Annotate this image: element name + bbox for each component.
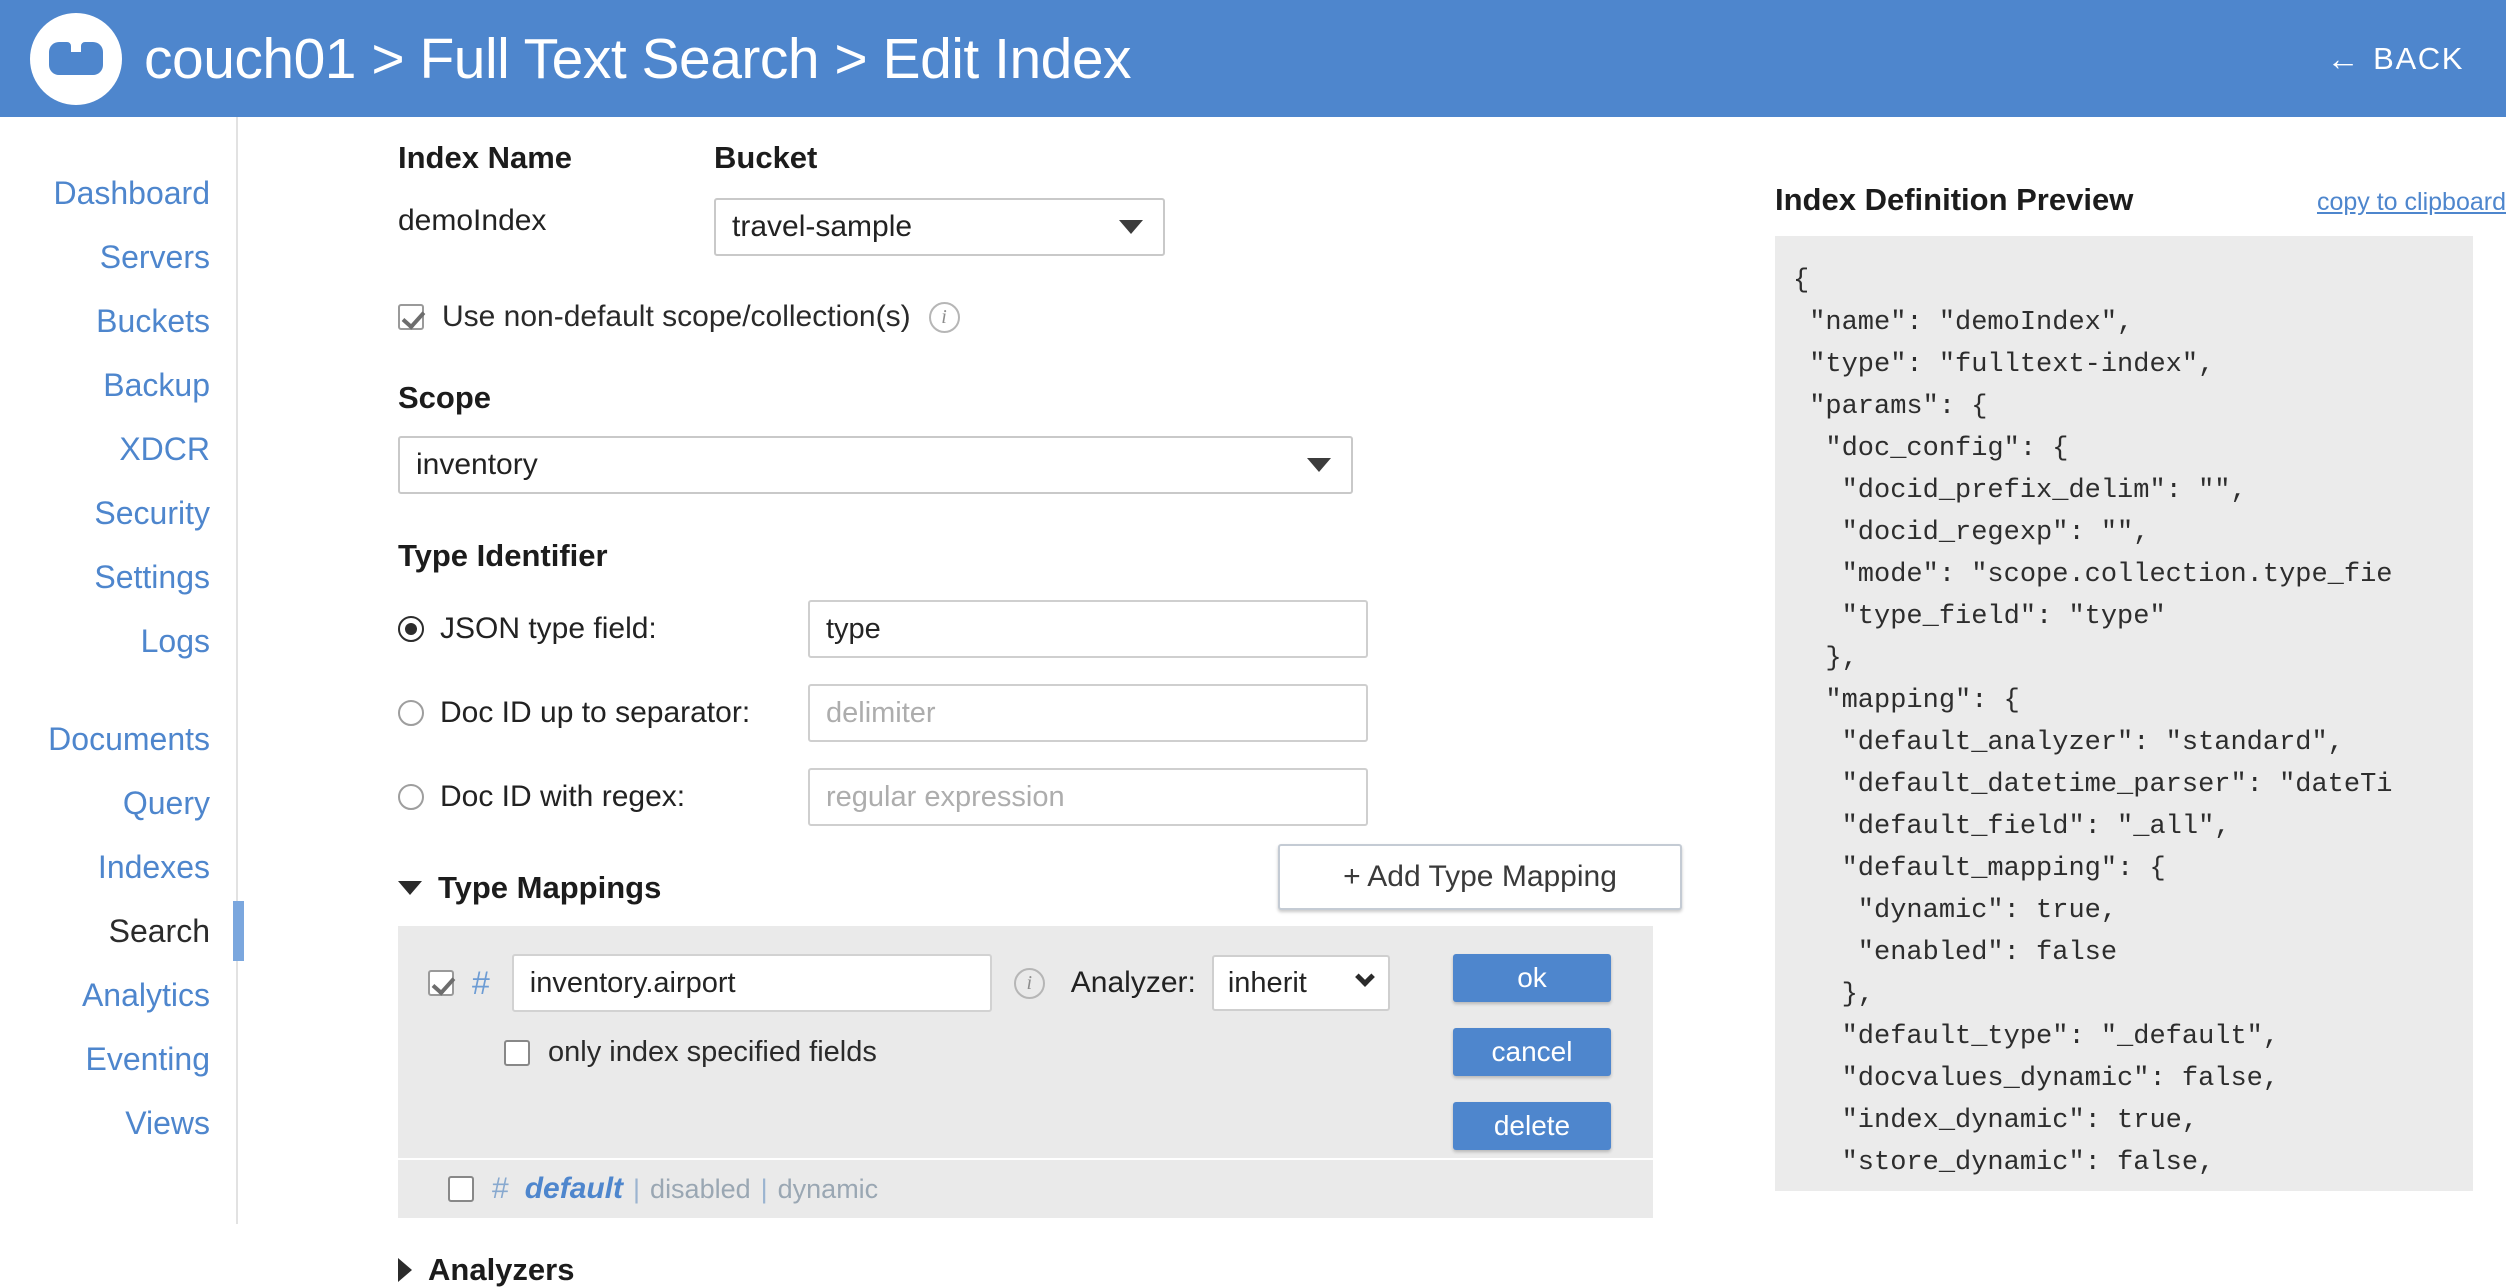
json-type-field-input[interactable]: type <box>808 600 1368 658</box>
type-mapping-default-row[interactable]: # default | disabled | dynamic <box>398 1158 1653 1218</box>
arrow-left-icon: ← <box>2326 40 2362 77</box>
edit-index-form: Index Name demoIndex Bucket travel-sampl… <box>398 140 1688 1288</box>
type-identifier-label: Type Identifier <box>398 538 608 573</box>
scope-label: Scope <box>398 380 492 415</box>
sidebar-item-indexes[interactable]: Indexes <box>0 835 236 899</box>
ok-button[interactable]: ok <box>1453 954 1611 1002</box>
preview-json-text: { "name": "demoIndex", "type": "fulltext… <box>1793 266 2393 1191</box>
default-mapping-mode: dynamic <box>777 1173 879 1204</box>
hash-icon: # <box>472 964 490 1001</box>
only-index-specified-fields-checkbox[interactable] <box>504 1039 530 1066</box>
sidebar: Dashboard Servers Buckets Backup XDCR Se… <box>0 117 244 1224</box>
use-non-default-scope-label: Use non-default scope/collection(s) <box>442 300 911 333</box>
use-non-default-scope-row: Use non-default scope/collection(s) i <box>398 300 1688 334</box>
sidebar-item-views[interactable]: Views <box>0 1091 236 1155</box>
bucket-group: Bucket travel-sample <box>714 140 1688 256</box>
index-name-value: demoIndex <box>398 204 547 237</box>
bucket-label: Bucket <box>714 140 818 175</box>
type-mappings-label: Type Mappings <box>438 870 662 905</box>
breadcrumb: couch01 > Full Text Search > Edit Index <box>144 26 1132 91</box>
radio-docid-separator-label: Doc ID up to separator: <box>440 696 751 729</box>
type-mappings-header: Type Mappings + Add Type Mapping <box>398 844 1688 920</box>
couchbase-logo-icon <box>30 12 122 105</box>
analyzer-label: Analyzer: <box>1070 966 1196 999</box>
preview-title: Index Definition Preview <box>1775 182 2134 217</box>
index-name-label: Index Name <box>398 140 573 175</box>
add-type-mapping-button[interactable]: + Add Type Mapping <box>1278 844 1682 910</box>
analyzers-label: Analyzers <box>428 1252 575 1287</box>
separator: | <box>633 1173 641 1204</box>
default-mapping-status: disabled <box>650 1173 751 1204</box>
type-mappings-panel: # inventory.airport i Analyzer: inherit … <box>398 926 1653 1218</box>
triangle-down-icon[interactable] <box>398 881 422 895</box>
type-option-docid-regex-row: Doc ID with regex: regular expression <box>398 768 1688 826</box>
sidebar-item-settings[interactable]: Settings <box>0 545 236 609</box>
type-option-json-type-field-row: JSON type field: type <box>398 600 1688 658</box>
preview-header: Index Definition Preview copy to clipboa… <box>1775 182 2506 218</box>
sidebar-item-dashboard[interactable]: Dashboard <box>0 161 236 225</box>
cancel-button[interactable]: cancel <box>1453 1028 1611 1076</box>
only-index-specified-fields-label: only index specified fields <box>548 1036 877 1068</box>
analyzers-header[interactable]: Analyzers <box>398 1252 1688 1288</box>
type-mapping-name-input[interactable]: inventory.airport <box>511 954 992 1012</box>
sidebar-item-security[interactable]: Security <box>0 481 236 545</box>
sidebar-divider <box>0 673 236 707</box>
chevron-down-icon <box>1119 220 1143 234</box>
sidebar-item-buckets[interactable]: Buckets <box>0 289 236 353</box>
info-icon[interactable]: i <box>1013 967 1045 999</box>
docid-regex-input[interactable]: regular expression <box>808 768 1368 826</box>
sidebar-item-search[interactable]: Search <box>0 899 244 963</box>
radio-json-type-field[interactable] <box>398 616 424 642</box>
type-option-docid-separator-row: Doc ID up to separator: delimiter <box>398 684 1688 742</box>
chevron-down-icon <box>1307 458 1331 472</box>
radio-docid-regex-label: Doc ID with regex: <box>440 780 686 813</box>
sidebar-item-query[interactable]: Query <box>0 771 236 835</box>
sidebar-item-analytics[interactable]: Analytics <box>0 963 236 1027</box>
scope-select[interactable]: inventory <box>398 436 1353 494</box>
index-name-bucket-row: Index Name demoIndex Bucket travel-sampl… <box>398 140 1688 256</box>
delete-button[interactable]: delete <box>1453 1102 1611 1150</box>
bucket-select[interactable]: travel-sample <box>714 198 1165 256</box>
app-header: couch01 > Full Text Search > Edit Index … <box>0 0 2506 117</box>
radio-json-type-field-label: JSON type field: <box>440 612 657 645</box>
hash-icon: # <box>492 1172 509 1205</box>
radio-docid-separator[interactable] <box>398 700 424 726</box>
docid-separator-input[interactable]: delimiter <box>808 684 1368 742</box>
type-mapping-enabled-checkbox[interactable] <box>428 970 454 996</box>
info-icon[interactable]: i <box>928 301 960 333</box>
use-non-default-scope-checkbox[interactable] <box>398 304 424 330</box>
chevron-down-icon <box>1354 967 1375 987</box>
preview-json-box[interactable]: { "name": "demoIndex", "type": "fulltext… <box>1775 236 2473 1191</box>
back-button[interactable]: ← BACK <box>2327 41 2464 77</box>
sidebar-item-backup[interactable]: Backup <box>0 353 236 417</box>
default-mapping-name: default <box>524 1172 624 1205</box>
sidebar-item-xdcr[interactable]: XDCR <box>0 417 236 481</box>
analyzer-select-value: inherit <box>1227 966 1307 999</box>
triangle-right-icon[interactable] <box>398 1258 412 1282</box>
scope-select-value: inventory <box>416 448 538 481</box>
separator: | <box>760 1173 768 1204</box>
analyzer-select[interactable]: inherit <box>1211 955 1390 1011</box>
back-button-label: BACK <box>2373 40 2464 76</box>
sidebar-item-servers[interactable]: Servers <box>0 225 236 289</box>
index-definition-preview: Index Definition Preview copy to clipboa… <box>1775 182 2506 1191</box>
radio-docid-regex[interactable] <box>398 784 424 810</box>
sidebar-item-logs[interactable]: Logs <box>0 609 236 673</box>
index-name-group: Index Name demoIndex <box>398 140 714 256</box>
bucket-select-value: travel-sample <box>732 210 913 243</box>
sidebar-item-eventing[interactable]: Eventing <box>0 1027 236 1091</box>
copy-to-clipboard-link[interactable]: copy to clipboard <box>2317 188 2506 217</box>
type-mapping-edit-row: # inventory.airport i Analyzer: inherit … <box>398 926 1653 1158</box>
sidebar-item-documents[interactable]: Documents <box>0 707 236 771</box>
default-mapping-checkbox[interactable] <box>448 1176 474 1202</box>
